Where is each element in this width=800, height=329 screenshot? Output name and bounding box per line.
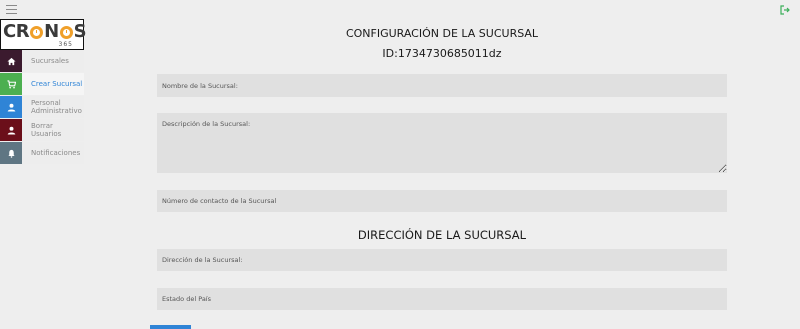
sidebar-item-borrar-usuarios[interactable]: Borrar Usuarios (0, 119, 84, 141)
bell-icon (0, 142, 22, 164)
branch-address-input[interactable] (157, 249, 727, 271)
hamburger-menu-icon[interactable] (6, 5, 17, 14)
sidebar-item-label: Personal Administrativo (22, 96, 84, 118)
sidebar-item-label: Sucursales (22, 50, 84, 72)
branch-description-textarea[interactable] (157, 113, 727, 173)
sidebar-item-personal-administrativo[interactable]: Personal Administrativo (0, 96, 84, 118)
sidebar: CR N S 365 Sucursales Crear Sucursal Per… (0, 19, 87, 329)
branch-id: ID:1734730685011dz (382, 47, 502, 60)
page-title: CONFIGURACIÓN DE LA SUCURSAL (345, 27, 539, 40)
cart-icon (0, 73, 22, 95)
logout-icon[interactable] (780, 5, 790, 15)
address-section-title: DIRECCIÓN DE LA SUCURSAL (357, 228, 527, 242)
sidebar-item-label: Borrar Usuarios (22, 119, 84, 141)
country-state-input[interactable] (157, 288, 727, 310)
sidebar-item-crear-sucursal[interactable]: Crear Sucursal (0, 73, 84, 95)
sidebar-item-label: Notificaciones (22, 142, 84, 164)
branch-name-input[interactable] (157, 74, 727, 97)
submit-button[interactable] (150, 325, 191, 329)
sidebar-item-label: Crear Sucursal (22, 73, 84, 95)
user-icon (0, 119, 22, 141)
user-icon (0, 96, 22, 118)
sidebar-item-sucursales[interactable]: Sucursales (0, 50, 84, 72)
home-icon (0, 50, 22, 72)
branch-contact-input[interactable] (157, 190, 727, 212)
sidebar-item-notificaciones[interactable]: Notificaciones (0, 142, 84, 164)
cronos-logo: CR N S 365 (0, 19, 87, 50)
sidebar-nav: Sucursales Crear Sucursal Personal Admin… (0, 50, 84, 164)
